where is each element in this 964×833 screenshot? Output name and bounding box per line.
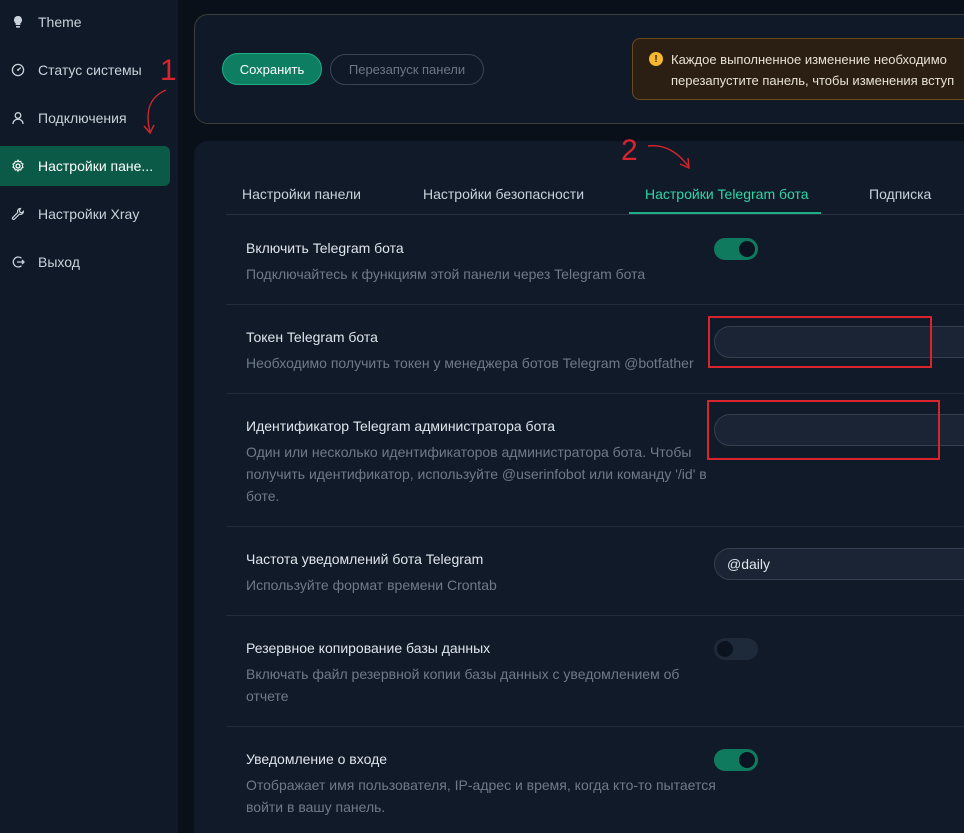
row-divider	[226, 615, 964, 616]
wrench-icon	[10, 206, 26, 222]
notification-frequency-input[interactable]: @daily	[714, 548, 964, 580]
toggle-knob	[717, 641, 733, 657]
sidebar-item-logout[interactable]: Выход	[0, 242, 170, 282]
alert-line: Каждое выполненное изменение необходимо	[671, 52, 947, 67]
annotation-number-1: 1	[160, 54, 177, 87]
toggle-knob	[739, 752, 755, 768]
alert-line: перезапустите панель, чтобы изменения вс…	[671, 73, 955, 88]
annotation-arrow-1	[143, 89, 167, 135]
row-divider	[226, 393, 964, 394]
sidebar-item-label: Выход	[38, 254, 80, 270]
setting-title: Резервное копирование базы данных	[246, 640, 491, 656]
enable-telegram-bot-toggle[interactable]	[714, 238, 758, 260]
annotation-box-token	[708, 316, 932, 368]
setting-title: Идентификатор Telegram администратора бо…	[246, 418, 556, 434]
setting-description: Необходимо получить токен у менеджера бо…	[246, 355, 694, 371]
sidebar-item-label: Статус системы	[38, 62, 142, 78]
user-icon	[10, 110, 26, 126]
tabs-divider	[226, 214, 964, 215]
toggle-knob	[739, 241, 755, 257]
layout-gutter	[178, 0, 194, 833]
annotation-box-admin-id	[707, 400, 940, 460]
setting-title: Включить Telegram бота	[246, 240, 404, 256]
row-divider	[226, 304, 964, 305]
setting-description: Подключайтесь к функциям этой панели чер…	[246, 266, 646, 282]
setting-description: Отображает имя пользователя, IP-адрес и …	[246, 777, 716, 815]
setting-title: Уведомление о входе	[246, 751, 388, 767]
row-divider	[226, 526, 964, 527]
setting-description: Один или несколько идентификаторов админ…	[246, 444, 707, 504]
sidebar-item-panel-settings[interactable]: Настройки пане...	[0, 146, 170, 186]
sidebar-item-label: Настройки пане...	[38, 158, 154, 174]
sidebar-item-label: Подключения	[38, 110, 127, 126]
tab-subscription[interactable]: Подписка	[869, 186, 931, 202]
active-tab-indicator	[629, 212, 821, 214]
tab-security-settings[interactable]: Настройки безопасности	[423, 186, 584, 202]
tab-telegram-bot-settings[interactable]: Настройки Telegram бота	[645, 186, 809, 202]
sidebar-item-label: Настройки Xray	[38, 206, 140, 222]
gear-icon	[10, 158, 26, 174]
restart-warning-alert: ! Каждое выполненное изменение необходим…	[632, 38, 964, 100]
annotation-number-2: 2	[621, 134, 638, 167]
tab-panel-settings[interactable]: Настройки панели	[242, 186, 361, 202]
login-notification-toggle[interactable]	[714, 749, 758, 771]
restart-panel-button[interactable]: Перезапуск панели	[330, 54, 484, 85]
logout-icon	[10, 254, 26, 270]
bulb-icon	[10, 14, 26, 30]
sidebar-item-label: Theme	[38, 14, 82, 30]
setting-title: Частота уведомлений бота Telegram	[246, 551, 484, 567]
sidebar-item-system-status[interactable]: Статус системы	[0, 50, 170, 90]
sidebar-item-theme[interactable]: Theme	[0, 2, 170, 42]
database-backup-toggle[interactable]	[714, 638, 758, 660]
sidebar-item-xray-settings[interactable]: Настройки Xray	[0, 194, 170, 234]
setting-description: Включать файл резервной копии базы данны…	[246, 666, 680, 704]
setting-description: Используйте формат времени Crontab	[246, 577, 497, 593]
row-divider	[226, 726, 964, 727]
annotation-arrow-2	[647, 145, 690, 170]
setting-title: Токен Telegram бота	[246, 329, 378, 345]
dashboard-icon	[10, 62, 26, 78]
save-button[interactable]: Сохранить	[222, 53, 322, 85]
warning-icon: !	[649, 52, 663, 66]
